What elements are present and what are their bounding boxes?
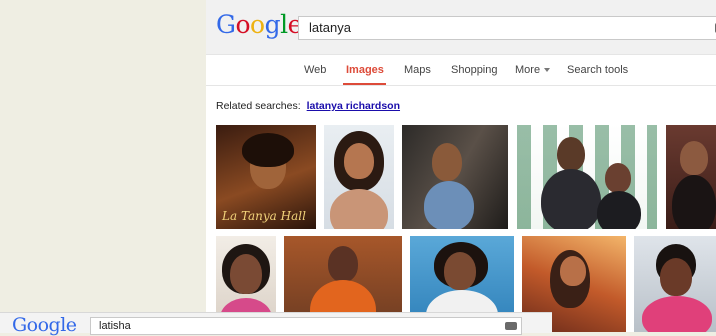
logo-letter: g xyxy=(264,10,281,39)
image-subject-body xyxy=(672,175,716,229)
active-tab-indicator xyxy=(343,83,386,85)
logo-text: Google xyxy=(12,314,77,336)
image-subject-body xyxy=(424,181,474,229)
image-subject xyxy=(660,258,692,296)
image-subject xyxy=(444,252,476,290)
tab-web[interactable]: Web xyxy=(304,64,326,76)
image-result[interactable]: La Tanya Hall xyxy=(216,125,316,229)
image-subject xyxy=(560,256,586,286)
logo-letter: o xyxy=(235,10,251,39)
search-input[interactable]: latisha xyxy=(90,317,522,335)
image-caption: La Tanya Hall xyxy=(222,209,306,223)
image-result[interactable] xyxy=(666,125,716,229)
tab-shopping[interactable]: Shopping xyxy=(451,64,498,76)
image-result[interactable] xyxy=(517,125,657,229)
image-subject xyxy=(344,143,374,179)
image-subject xyxy=(432,143,462,181)
related-searches: Related searches: latanya richardson xyxy=(216,100,400,112)
image-subject xyxy=(557,137,585,171)
tab-more-label: More xyxy=(515,64,541,76)
search-query-text: latisha xyxy=(99,320,131,332)
search-header: Google latanya xyxy=(206,0,716,55)
image-result[interactable] xyxy=(402,125,508,229)
tab-more[interactable]: More xyxy=(515,64,551,76)
image-result[interactable] xyxy=(324,125,394,229)
google-images-results-page: Google latanya Web Images Maps Shopping … xyxy=(206,0,716,332)
logo-letter: l xyxy=(280,10,288,39)
image-subject xyxy=(230,254,262,294)
logo-letter: G xyxy=(216,10,236,39)
google-logo[interactable]: Google xyxy=(216,10,302,39)
secondary-search-bar: Google latisha xyxy=(0,312,552,336)
image-subject-body xyxy=(541,169,601,229)
image-subject xyxy=(328,246,358,282)
search-tabs: Web Images Maps Shopping More Search too… xyxy=(206,55,716,86)
image-subject-body xyxy=(330,189,388,229)
tab-maps[interactable]: Maps xyxy=(404,64,431,76)
image-subject-body xyxy=(597,191,641,229)
tab-images[interactable]: Images xyxy=(346,64,384,76)
tab-search-tools[interactable]: Search tools xyxy=(567,64,628,76)
search-query-text: latanya xyxy=(309,20,351,35)
search-input[interactable]: latanya xyxy=(298,16,716,40)
related-searches-label: Related searches: xyxy=(216,100,301,112)
image-subject xyxy=(605,163,631,193)
camera-icon[interactable] xyxy=(505,322,517,330)
google-logo[interactable]: Google xyxy=(12,314,77,336)
image-subject-body xyxy=(642,296,712,332)
image-result[interactable] xyxy=(634,236,716,332)
chevron-down-icon xyxy=(544,68,551,73)
image-subject xyxy=(680,141,708,175)
logo-letter: o xyxy=(250,10,265,39)
image-subject-hair xyxy=(242,133,294,167)
related-search-link[interactable]: latanya richardson xyxy=(307,100,400,112)
